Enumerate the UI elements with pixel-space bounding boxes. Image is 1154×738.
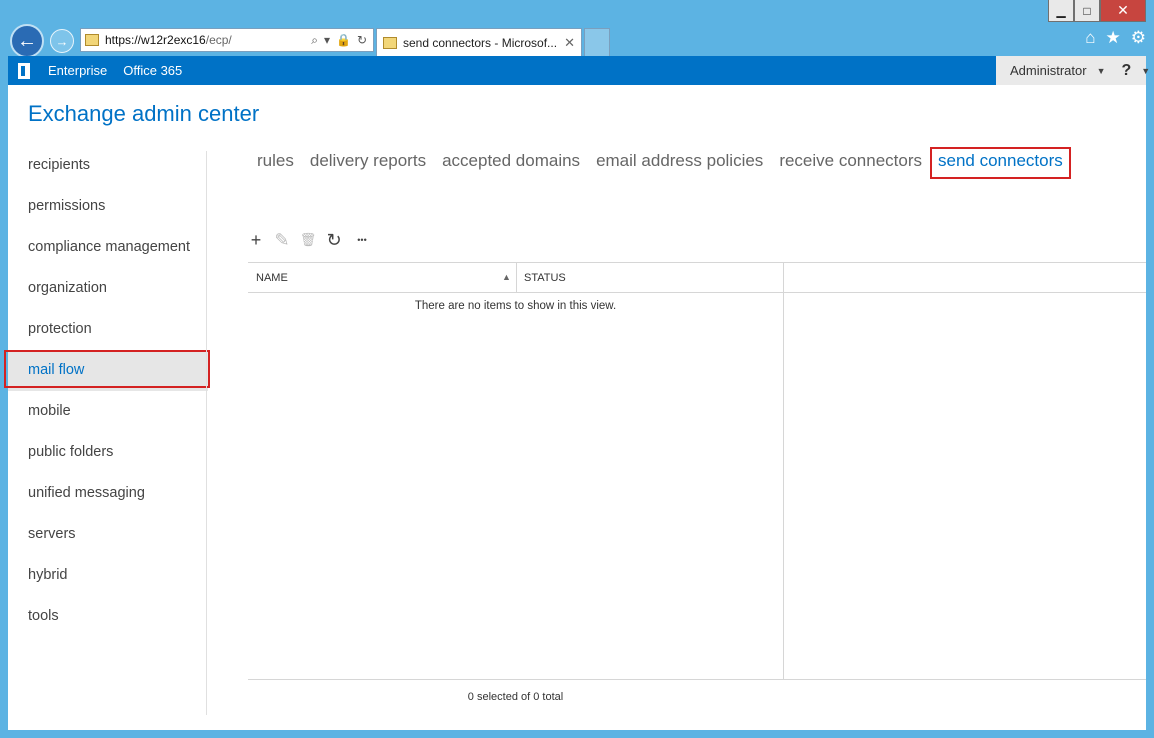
- refresh-icon[interactable]: ↻: [326, 230, 342, 250]
- office365-bar: Enterprise Office 365 Administrator ▼ ? …: [8, 56, 1150, 85]
- browser-tab[interactable]: send connectors - Microsof... ✕: [376, 28, 582, 56]
- help-icon[interactable]: ?: [1122, 62, 1132, 80]
- tab-delivery-reports[interactable]: delivery reports: [310, 151, 426, 171]
- highlight-box: [4, 350, 210, 388]
- grid-footer-divider: [248, 679, 1146, 680]
- nav-item-mobile[interactable]: mobile: [8, 391, 208, 432]
- tab-rules[interactable]: rules: [257, 151, 294, 171]
- nav-item-unified-messaging[interactable]: unified messaging: [8, 473, 208, 514]
- grid-header: NAME ▲ STATUS: [248, 262, 1146, 293]
- add-icon[interactable]: +: [248, 230, 264, 250]
- sort-ascending-icon[interactable]: ▲: [502, 272, 511, 282]
- lock-icon[interactable]: 🔒: [336, 33, 351, 48]
- nav-divider: [206, 151, 207, 715]
- address-host: https://w12r2exc16: [105, 33, 206, 47]
- nav-item-permissions[interactable]: permissions: [8, 186, 208, 227]
- help-caret-icon[interactable]: ▼: [1141, 66, 1150, 76]
- dropdown-icon[interactable]: ▾: [324, 33, 330, 48]
- tab-email-address-policies[interactable]: email address policies: [596, 151, 763, 171]
- site-favicon-icon: [85, 34, 99, 46]
- browser-right-icons: ⌂ ★ ⚙: [1085, 28, 1146, 48]
- address-path: /ecp/: [205, 33, 232, 47]
- favorites-star-icon[interactable]: ★: [1106, 28, 1121, 48]
- main-content: Exchange admin center recipients permiss…: [4, 85, 1146, 730]
- empty-list-message: There are no items to show in this view.: [414, 300, 617, 312]
- connectors-grid: NAME ▲ STATUS There are no items to show…: [248, 262, 1146, 680]
- nav-link-enterprise[interactable]: Enterprise: [48, 63, 107, 78]
- home-icon[interactable]: ⌂: [1085, 28, 1095, 48]
- column-header-status[interactable]: STATUS: [524, 272, 566, 284]
- column-separator[interactable]: [516, 263, 517, 293]
- tab-receive-connectors[interactable]: receive connectors: [779, 151, 922, 171]
- left-nav: recipients permissions compliance manage…: [4, 145, 210, 637]
- nav-item-servers[interactable]: servers: [8, 514, 208, 555]
- close-window-button[interactable]: ✕: [1100, 0, 1146, 22]
- nav-item-public-folders[interactable]: public folders: [8, 432, 208, 473]
- maximize-button[interactable]: □: [1074, 0, 1100, 22]
- nav-item-recipients[interactable]: recipients: [8, 145, 208, 186]
- tab-send-connectors[interactable]: send connectors: [930, 147, 1071, 179]
- forward-arrow-icon[interactable]: →: [50, 29, 74, 53]
- back-arrow-icon[interactable]: ←: [10, 24, 44, 58]
- more-options-icon[interactable]: •••: [352, 231, 372, 249]
- tab-close-icon[interactable]: ✕: [564, 35, 575, 51]
- new-tab-button[interactable]: [584, 28, 610, 56]
- tab-favicon-icon: [383, 36, 397, 49]
- details-pane-separator: [783, 262, 784, 679]
- address-bar[interactable]: https://w12r2exc16 /ecp/ ⌕ ▾ 🔒 ↻: [80, 28, 374, 52]
- minimize-button[interactable]: ▁: [1048, 0, 1074, 22]
- tab-accepted-domains[interactable]: accepted domains: [442, 151, 580, 171]
- tab-title: send connectors - Microsof...: [403, 35, 558, 50]
- address-bar-icons: ⌕ ▾ 🔒 ↻: [311, 33, 373, 48]
- nav-item-hybrid[interactable]: hybrid: [8, 555, 208, 596]
- window-controls: ▁ □ ✕: [1048, 0, 1146, 22]
- user-caret-icon: ▼: [1096, 65, 1106, 76]
- nav-item-protection[interactable]: protection: [8, 309, 208, 350]
- nav-item-mail-flow[interactable]: mail flow: [4, 350, 210, 391]
- page-title: Exchange admin center: [28, 101, 260, 126]
- refresh-page-icon[interactable]: ↻: [357, 33, 367, 48]
- column-header-name[interactable]: NAME: [256, 272, 288, 284]
- nav-item-tools[interactable]: tools: [8, 596, 208, 637]
- nav-item-organization[interactable]: organization: [8, 268, 208, 309]
- selection-status: 0 selected of 0 total: [467, 691, 564, 703]
- nav-link-office365[interactable]: Office 365: [123, 63, 182, 78]
- user-menu[interactable]: Administrator ▼ ? ▼: [996, 56, 1150, 85]
- action-toolbar: + ✎ 🗑 ↻ •••: [248, 230, 372, 250]
- sub-tabs: rules delivery reports accepted domains …: [257, 147, 1079, 179]
- browser-toolbar: ← → https://w12r2exc16 /ecp/ ⌕ ▾ 🔒 ↻ sen…: [8, 24, 1146, 58]
- browser-window: ▁ □ ✕ ← → https://w12r2exc16 /ecp/ ⌕ ▾ 🔒…: [0, 0, 1154, 738]
- settings-gear-icon[interactable]: ⚙: [1131, 28, 1146, 48]
- office-logo-icon[interactable]: [8, 56, 40, 85]
- highlight-box: [930, 147, 1071, 179]
- user-name: Administrator: [1010, 63, 1087, 78]
- nav-item-compliance-management[interactable]: compliance management: [8, 227, 208, 268]
- edit-pencil-icon[interactable]: ✎: [274, 230, 290, 250]
- delete-trash-icon[interactable]: 🗑: [300, 231, 317, 249]
- search-icon[interactable]: ⌕: [311, 33, 318, 48]
